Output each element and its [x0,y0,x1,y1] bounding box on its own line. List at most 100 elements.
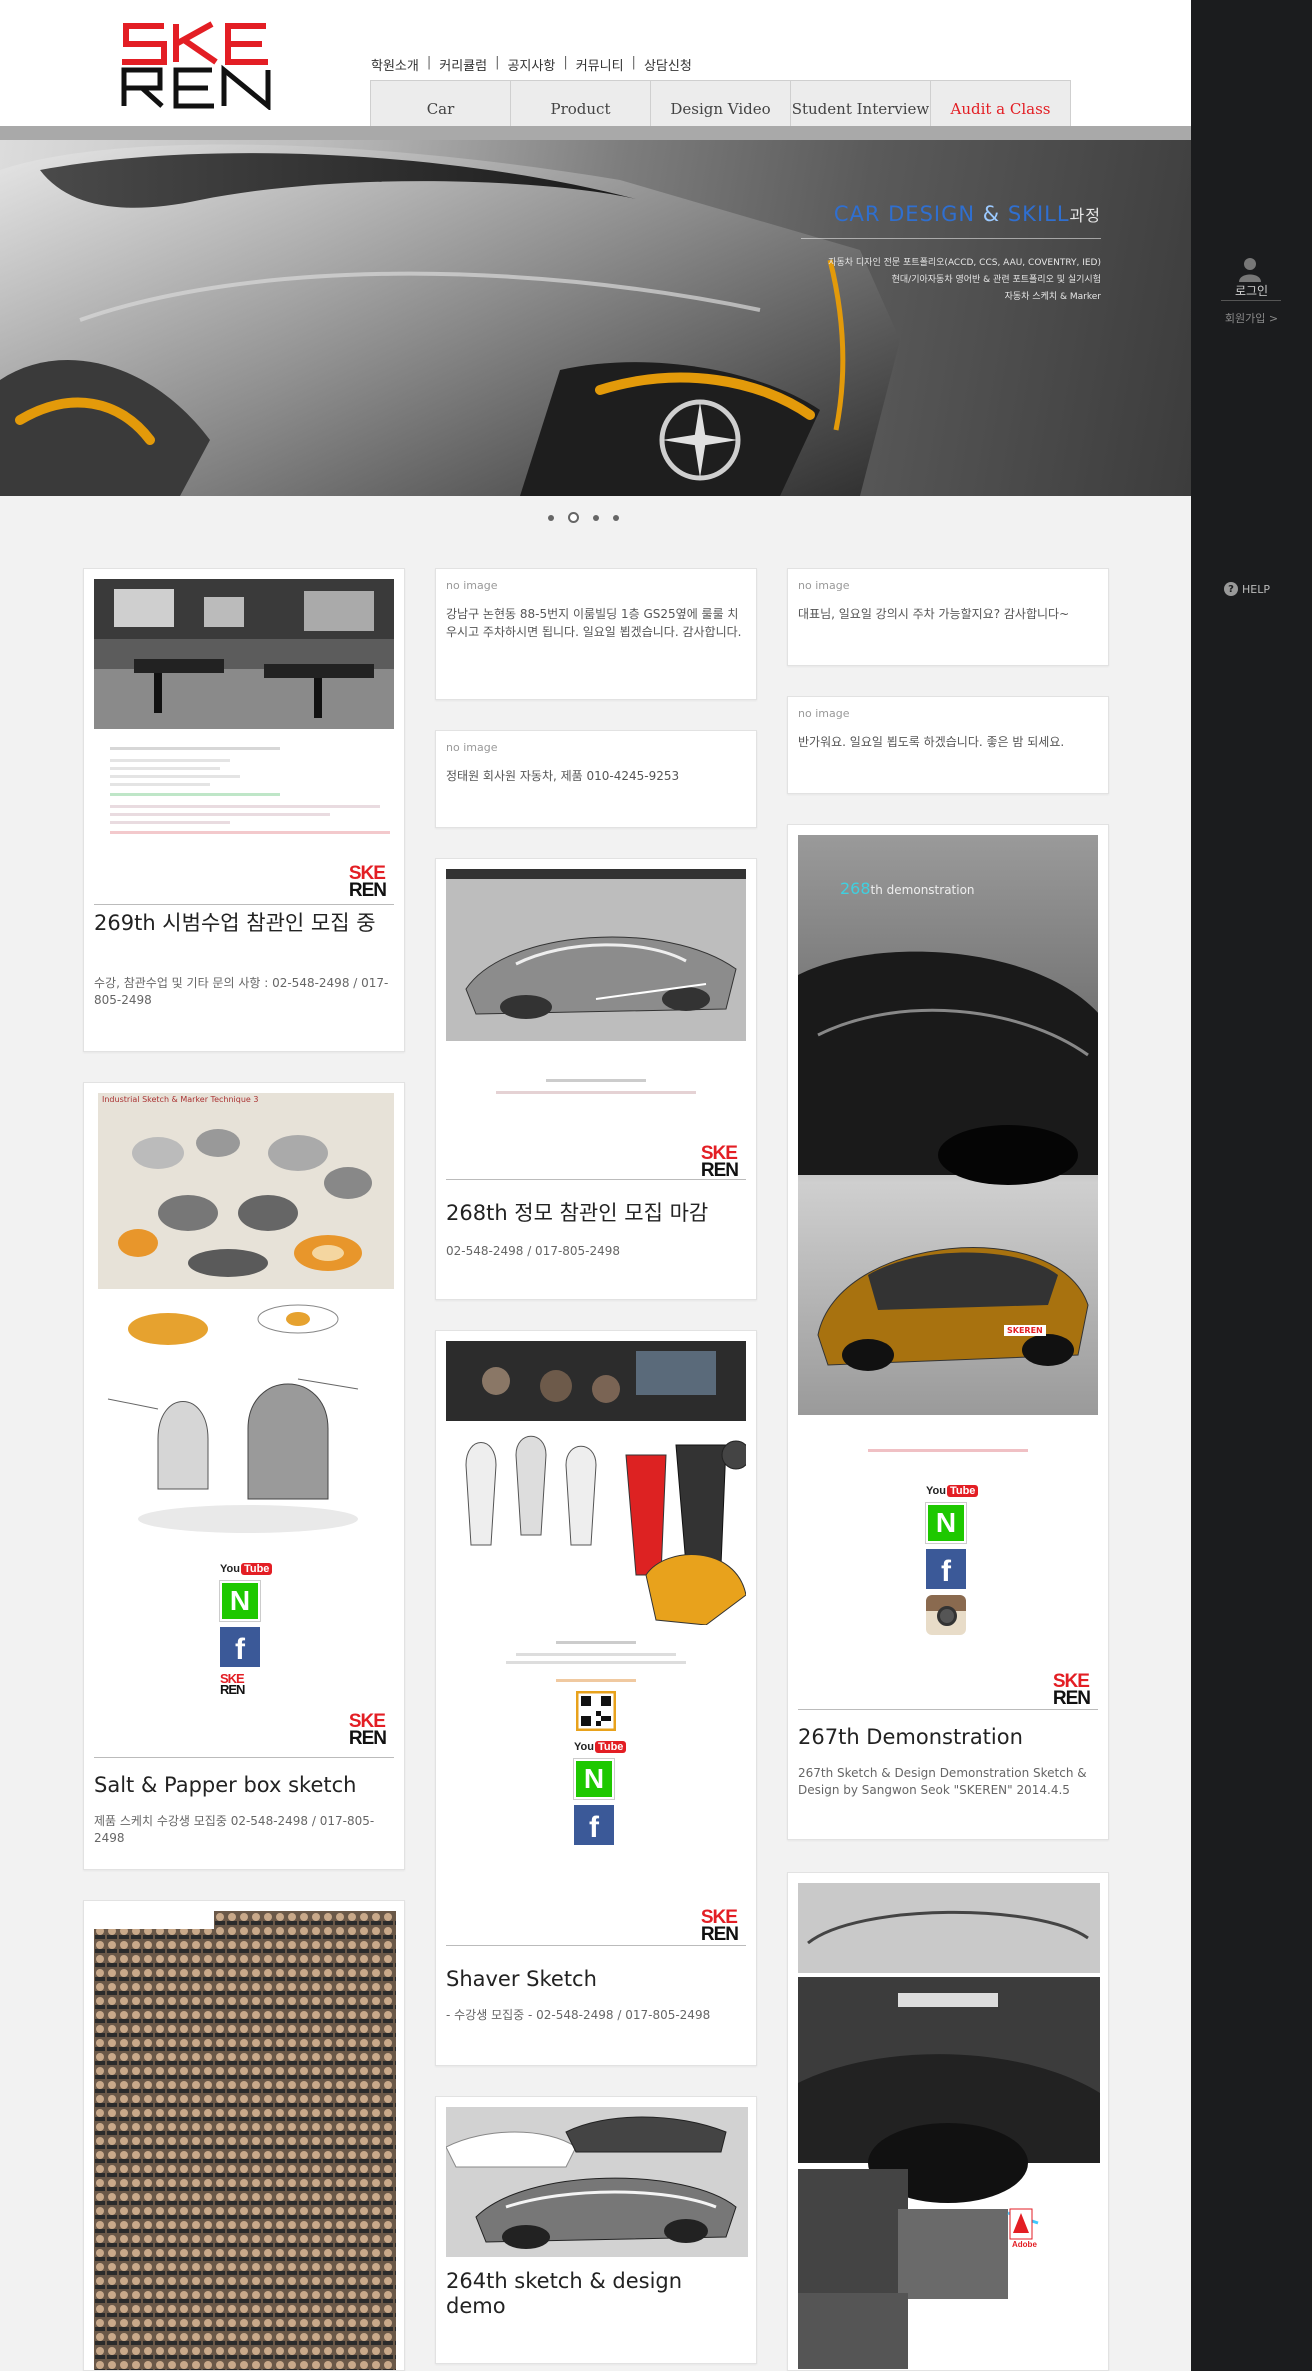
hero-title-amp: & [982,202,1001,226]
card-watermark-logo: SKE REN [700,1143,739,1181]
card-title[interactable]: 267th Demonstration [798,1725,1098,1750]
youtube-tube-label: Tube [240,1563,273,1575]
no-image-label: no image [798,579,850,592]
post-card-salt-pepper[interactable]: Industrial Sketch & Marker Technique 3 Y… [83,1082,405,1870]
top-utility-nav: 학원소개 | 커리큘럼 | 공지사항 | 커뮤니티 | 상담신청 [371,55,692,74]
topnav-separator: | [426,55,432,70]
facebook-icon[interactable]: f [220,1627,260,1667]
card-title[interactable]: Salt & Papper box sketch [94,1773,394,1798]
topnav-separator: | [631,55,636,70]
card-title[interactable]: 264th sketch & design demo [446,2269,746,2319]
tab-student-interview[interactable]: Student Interview [790,80,931,126]
topnav-separator: | [563,55,568,70]
demo-poster: 268th demonstration SKEREN [798,835,1098,1415]
card-title[interactable]: 268th 정모 참관인 모집 마감 [446,1201,746,1226]
comment-card-contact[interactable]: no image 정태원 회사원 자동차, 제품 010-4245-9253 [435,730,757,828]
hero-desc-line3: 자동차 스케치 & Marker [1004,292,1101,302]
qr-code-icon[interactable] [576,1691,616,1731]
topnav-notice[interactable]: 공지사항 [507,55,555,74]
demo-poster-number: 268 [840,879,871,898]
hero-title-suffix: 과정 [1069,206,1101,225]
slider-dot-3[interactable] [593,514,599,521]
no-image-label: no image [446,741,498,754]
classroom-photo [94,579,394,729]
naver-icon[interactable]: N [925,1502,967,1544]
car-badge: SKEREN [1004,1325,1046,1336]
class-photo [446,1341,746,1421]
hero-title: CAR DESIGN & SKILL과정 [834,202,1101,226]
site-logo[interactable] [116,18,286,112]
join-link[interactable]: 회원가입 > [1191,310,1312,326]
card-image: You Tube N f SKE REN [446,1341,746,1959]
topnav-separator: | [495,55,500,70]
slider-dot-1[interactable] [548,514,554,521]
hero-desc-line1: 자동차 디자인 전문 포트폴리오(ACCD, CCS, AAU, COVENTR… [828,258,1101,268]
youtube-tube-label: Tube [594,1741,627,1753]
no-image-label: no image [798,707,850,720]
youtube-icon[interactable]: You Tube [220,1563,273,1575]
post-card-264th-demo[interactable]: 264th sketch & design demo [435,2096,757,2364]
youtube-icon[interactable]: You Tube [926,1485,979,1497]
hero-banner[interactable]: CAR DESIGN & SKILL과정 자동차 디자인 전문 포트폴리오(AC… [0,140,1191,496]
tab-design-video[interactable]: Design Video [650,80,791,126]
post-card-shaver-sketch[interactable]: You Tube N f SKE REN Shaver Sketch - 수강생 모… [435,1330,757,2066]
hero-desc-line2: 현대/기아자동차 영어반 & 관련 포트폴리오 및 실기시험 [891,275,1101,285]
slider-dot-2[interactable] [568,512,579,523]
no-image-label: no image [446,579,498,592]
sketch-sheet: Industrial Sketch & Marker Technique 3 [98,1093,394,1289]
card-watermark-logo: SKE REN [1052,1671,1091,1709]
post-card-267th-demonstration[interactable]: 268th demonstration SKEREN You Tube N f S… [787,824,1109,1840]
hero-car-illustration [0,144,900,496]
card-watermark-logo: SKE REN [348,863,387,901]
tab-product[interactable]: Product [510,80,651,126]
topnav-curriculum[interactable]: 커리큘럼 [439,55,487,74]
tab-audit-a-class[interactable]: Audit a Class [930,80,1071,126]
comment-card-parking-question[interactable]: no image 대표님, 일요일 강의시 주차 가능할지요? 감사합니다~ [787,568,1109,666]
car-sketch-image [446,869,746,1041]
instagram-icon[interactable] [926,1595,966,1635]
tab-car[interactable]: Car [370,80,511,126]
youtube-icon[interactable]: You Tube [574,1741,627,1753]
youtube-label: You [574,1741,594,1753]
hero-title-part2: SKILL [1007,202,1070,226]
post-card-portrait-mosaic[interactable] [83,1900,405,2371]
slider-dot-4[interactable] [613,514,619,521]
card-watermark-logo: SKE REN [348,1711,387,1749]
hero-title-part1: CAR DESIGN [833,202,976,226]
user-icon[interactable] [1235,254,1265,284]
naver-icon[interactable]: N [573,1758,615,1800]
card-image: 268th demonstration SKEREN You Tube N f S… [798,835,1098,1723]
car-sketch-image [446,2107,748,2257]
login-link[interactable]: 로그인 [1191,282,1312,299]
header-divider-bar [0,126,1191,140]
card-watermark-logo: SKE REN [700,1907,739,1945]
card-image: SKE REN [94,579,394,909]
card-image: Industrial Sketch & Marker Technique 3 Y… [94,1093,394,1763]
post-card-269th-audit[interactable]: SKE REN 269th 시범수업 참관인 모집 중 수강, 참관수업 및 기타… [83,568,405,1052]
social-links: You Tube N f [573,1741,627,1845]
card-title[interactable]: 269th 시범수업 참관인 모집 중 [94,911,394,936]
post-card-car-interior-sketches[interactable]: Adobe [787,1872,1109,2371]
topnav-community[interactable]: 커뮤니티 [576,55,624,74]
salt-pepper-sketch [107,1304,359,1533]
card-description: - 수강생 모집중 - 02-548-2498 / 017-805-2498 [446,2008,711,2022]
post-card-268th-closed[interactable]: SKE REN 268th 정모 참관인 모집 마감 02-548-2498 / … [435,858,757,1300]
card-description: 수강, 참관수업 및 기타 문의 사항 : 02-548-2498 / 017-… [94,976,389,1007]
help-button[interactable]: ? HELP [1224,582,1270,596]
comment-card-greeting[interactable]: no image 반가워요. 일요일 뵙도록 하겠습니다. 좋은 밤 되세요. [787,696,1109,794]
help-icon: ? [1224,582,1238,596]
naver-icon[interactable]: N [219,1580,261,1622]
facebook-icon[interactable]: f [926,1549,966,1589]
topnav-consult[interactable]: 상담신청 [644,55,692,74]
shaver-sketch [446,1425,746,1626]
youtube-label: You [220,1563,240,1575]
facebook-icon[interactable]: f [574,1805,614,1845]
social-links: You Tube N f [925,1485,979,1635]
help-label: HELP [1242,582,1270,596]
card-image: SKE REN [446,869,746,1185]
card-title[interactable]: Shaver Sketch [446,1967,746,1992]
topnav-about[interactable]: 학원소개 [371,55,419,74]
sidebar-divider [1221,300,1281,301]
comment-card-parking-directions[interactable]: no image 강남구 논현동 88-5번지 이룸빌딩 1층 GS25옆에 룰… [435,568,757,700]
mini-logo: SKE REN [220,1671,245,1697]
